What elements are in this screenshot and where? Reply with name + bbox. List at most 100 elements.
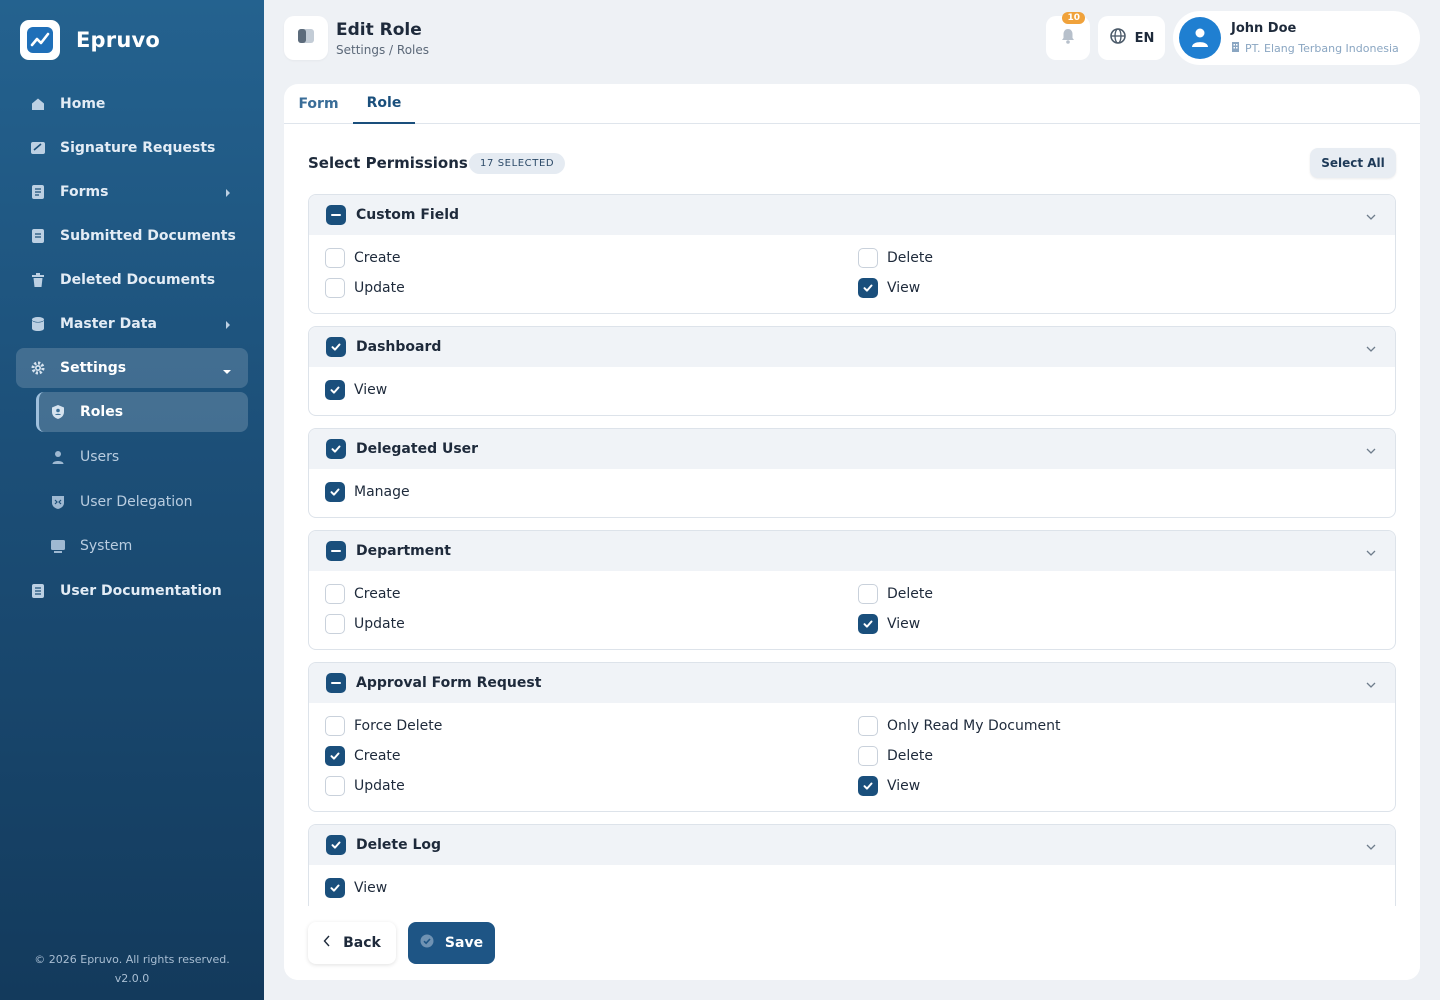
permission-item[interactable]: Only Read My Document xyxy=(858,716,1061,736)
sidebar-item-user-documentation[interactable]: User Documentation xyxy=(16,571,248,611)
permission-item[interactable]: Delete xyxy=(858,746,933,766)
permission-group: Custom Field Create Delete Update View xyxy=(308,194,1396,314)
permission-checkbox[interactable] xyxy=(858,776,878,796)
sidebar-subitem-roles[interactable]: Roles xyxy=(36,392,248,432)
chevron-down-icon[interactable] xyxy=(1365,838,1377,857)
save-button[interactable]: Save xyxy=(408,922,495,964)
sidebar-item-deleted-documents[interactable]: Deleted Documents xyxy=(16,260,248,300)
permission-checkbox[interactable] xyxy=(858,614,878,634)
back-label: Back xyxy=(343,935,381,951)
permission-item[interactable]: Create xyxy=(325,584,401,604)
permission-item[interactable]: View xyxy=(858,278,920,298)
database-icon xyxy=(30,316,46,332)
tab-role[interactable]: Role xyxy=(353,84,415,124)
group-header[interactable]: Delegated User xyxy=(309,429,1395,469)
permission-checkbox[interactable] xyxy=(858,248,878,268)
permission-checkbox[interactable] xyxy=(325,878,345,898)
chevron-down-icon[interactable] xyxy=(1365,544,1377,563)
permission-item[interactable]: View xyxy=(858,776,920,796)
group-header[interactable]: Department xyxy=(309,531,1395,571)
sidebar-item-settings[interactable]: Settings xyxy=(16,348,248,388)
permission-label: Create xyxy=(354,250,401,266)
sidebar-item-forms[interactable]: Forms xyxy=(16,172,248,212)
brand-name: Epruvo xyxy=(76,28,161,52)
selected-count-badge: 17 SELECTED xyxy=(469,153,566,174)
group-header[interactable]: Custom Field xyxy=(309,195,1395,235)
sidebar-subitem-system[interactable]: System xyxy=(36,526,248,566)
sidebar-item-signature-requests[interactable]: Signature Requests xyxy=(16,128,248,168)
group-header[interactable]: Dashboard xyxy=(309,327,1395,367)
brand[interactable]: Epruvo xyxy=(20,20,160,60)
permission-checkbox[interactable] xyxy=(325,776,345,796)
permission-label: Force Delete xyxy=(354,718,443,734)
chevron-left-icon xyxy=(323,935,331,951)
globe-icon xyxy=(1109,27,1127,49)
permission-checkbox[interactable] xyxy=(325,584,345,604)
user-profile-menu[interactable]: John Doe PT. Elang Terbang Indonesia xyxy=(1173,11,1420,65)
permission-label: Update xyxy=(354,778,405,794)
permission-item[interactable]: Create xyxy=(325,746,401,766)
group-title: Dashboard xyxy=(356,339,442,355)
select-all-button[interactable]: Select All xyxy=(1310,148,1396,178)
chevron-down-icon[interactable] xyxy=(1365,676,1377,695)
sidebar-toggle-button[interactable] xyxy=(284,16,328,60)
permission-item[interactable]: Delete xyxy=(858,584,933,604)
back-button[interactable]: Back xyxy=(308,922,396,964)
permission-checkbox[interactable] xyxy=(325,248,345,268)
permission-item[interactable]: View xyxy=(858,614,920,634)
document-icon xyxy=(30,228,46,244)
sidebar-toggle-icon xyxy=(297,28,315,48)
permission-item[interactable]: Update xyxy=(325,614,405,634)
group-checkbox[interactable] xyxy=(326,205,346,225)
language-selector[interactable]: EN xyxy=(1098,16,1165,60)
permission-checkbox[interactable] xyxy=(858,716,878,736)
permission-label: Update xyxy=(354,280,405,296)
group-checkbox[interactable] xyxy=(326,439,346,459)
group-header[interactable]: Delete Log xyxy=(309,825,1395,865)
group-checkbox[interactable] xyxy=(326,337,346,357)
permission-label: View xyxy=(354,382,388,398)
permission-item[interactable]: Delete xyxy=(858,248,933,268)
permission-item[interactable]: Manage xyxy=(325,482,410,502)
permission-checkbox[interactable] xyxy=(325,746,345,766)
permission-groups[interactable]: Custom Field Create Delete Update View D… xyxy=(284,194,1420,906)
notification-button[interactable]: 10 xyxy=(1046,12,1090,60)
avatar xyxy=(1179,17,1221,59)
form-actions: Back Save xyxy=(284,906,1420,980)
sidebar-item-submitted-documents[interactable]: Submitted Documents xyxy=(16,216,248,256)
tab-bar: Form Role xyxy=(284,84,1420,124)
sidebar-item-label: Signature Requests xyxy=(60,140,216,156)
page-title: Edit Role xyxy=(336,20,422,40)
permission-item[interactable]: View xyxy=(325,380,387,400)
save-label: Save xyxy=(444,935,484,951)
permission-checkbox[interactable] xyxy=(325,482,345,502)
group-header[interactable]: Approval Form Request xyxy=(309,663,1395,703)
sidebar-subitem-label: Users xyxy=(80,449,120,465)
sidebar-subitem-user-delegation[interactable]: User Delegation xyxy=(36,482,248,522)
permission-checkbox[interactable] xyxy=(858,746,878,766)
chevron-down-icon[interactable] xyxy=(1365,208,1377,227)
sidebar-subitem-users[interactable]: Users xyxy=(36,437,248,477)
chevron-down-icon[interactable] xyxy=(1365,442,1377,461)
caret-down-icon xyxy=(222,364,232,380)
permission-checkbox[interactable] xyxy=(325,716,345,736)
permission-item[interactable]: Force Delete xyxy=(325,716,442,736)
group-checkbox[interactable] xyxy=(326,541,346,561)
permission-item[interactable]: View xyxy=(325,878,387,898)
permission-checkbox[interactable] xyxy=(325,380,345,400)
permission-checkbox[interactable] xyxy=(858,278,878,298)
permission-item[interactable]: Update xyxy=(325,776,405,796)
group-checkbox[interactable] xyxy=(326,673,346,693)
permission-checkbox[interactable] xyxy=(858,584,878,604)
book-icon xyxy=(30,583,46,599)
group-checkbox[interactable] xyxy=(326,835,346,855)
group-title: Department xyxy=(356,543,451,559)
sidebar-item-master-data[interactable]: Master Data xyxy=(16,304,248,344)
permission-item[interactable]: Update xyxy=(325,278,405,298)
tab-form[interactable]: Form xyxy=(284,84,353,124)
permission-checkbox[interactable] xyxy=(325,614,345,634)
sidebar-item-home[interactable]: Home xyxy=(16,84,248,124)
permission-item[interactable]: Create xyxy=(325,248,401,268)
chevron-down-icon[interactable] xyxy=(1365,340,1377,359)
permission-checkbox[interactable] xyxy=(325,278,345,298)
